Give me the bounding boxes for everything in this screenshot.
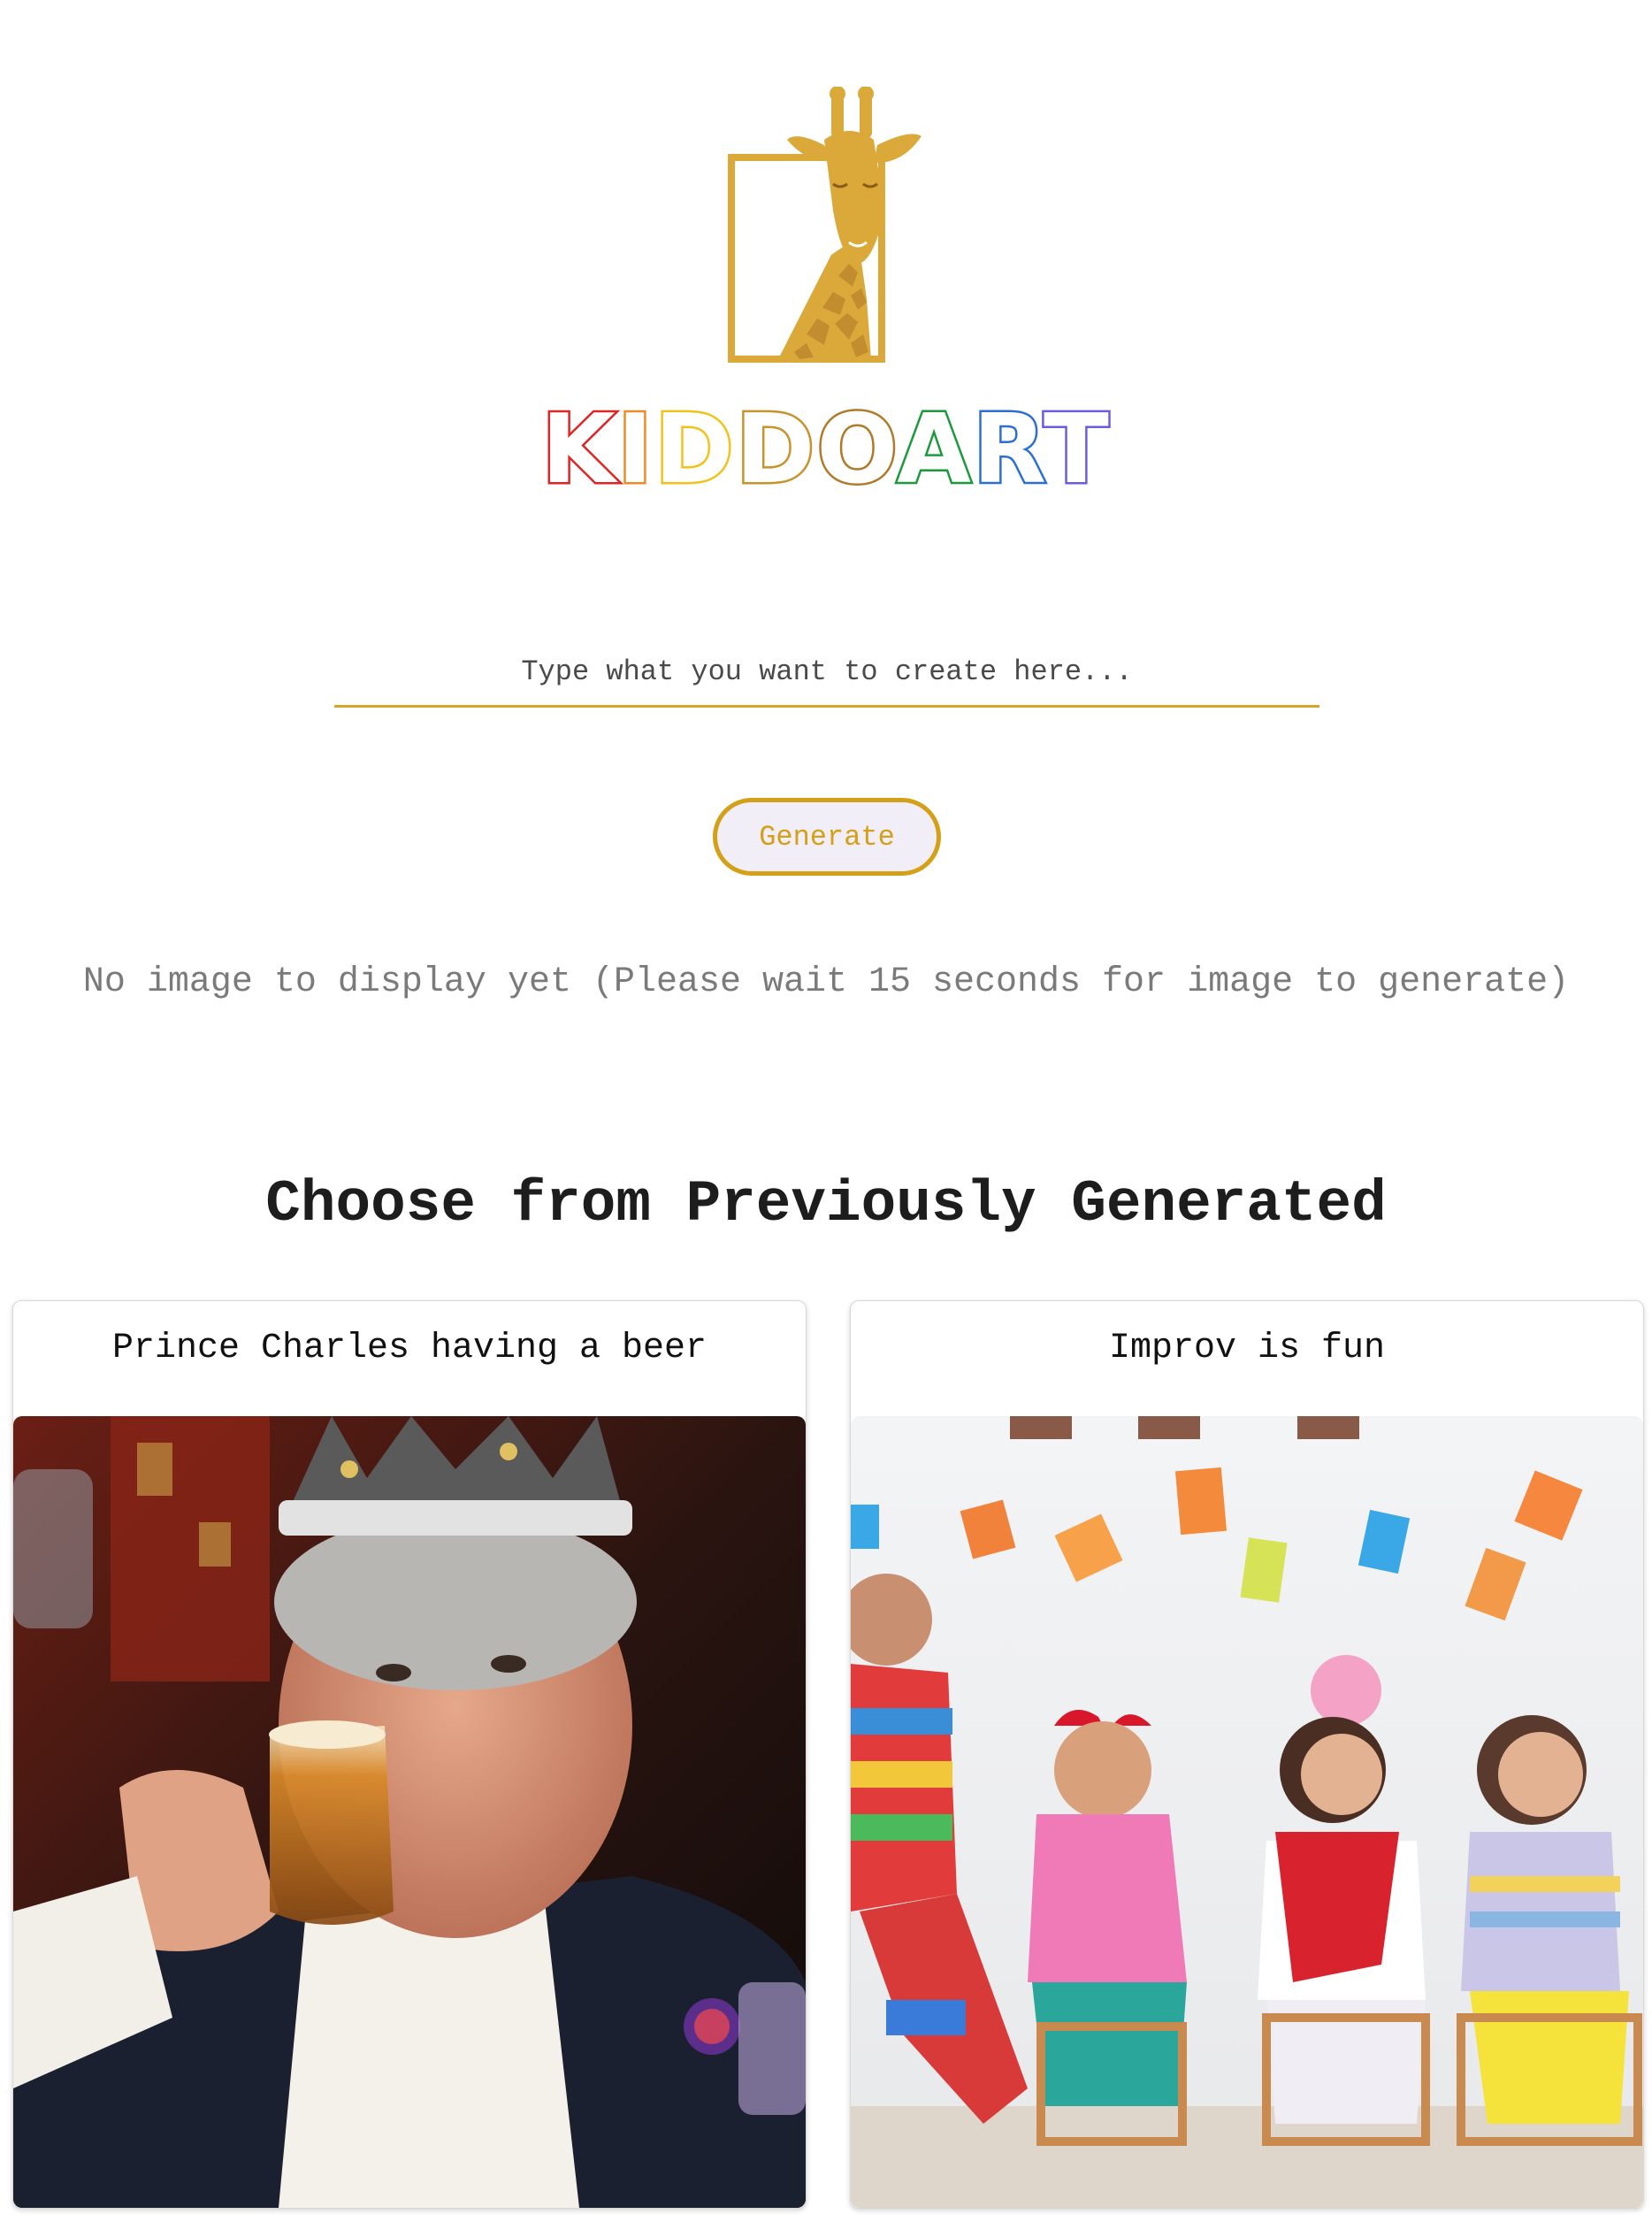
brand-letter: I [615,395,655,505]
gallery-title: Choose from Previously Generated [265,1171,1387,1237]
generated-image [13,1416,806,2208]
brand-letter: R [970,395,1044,505]
gallery-card-prince-charles[interactable]: Prince Charles having a beer [12,1300,807,2209]
brand-letter: D [653,395,737,505]
card-caption: Improv is fun [1108,1329,1386,1368]
gallery-card-improv[interactable]: Improv is fun [850,1300,1644,2209]
card-caption: Prince Charles having a beer [111,1329,707,1368]
brand-letter: K [539,395,618,505]
generated-image [851,1416,1643,2208]
giraffe-logo-icon [728,87,922,363]
status-message: No image to display yet (Please wait 15 … [82,962,1570,1002]
brand-letter: O [815,395,898,505]
brand-letter: D [733,395,817,505]
generate-button[interactable]: Generate [713,798,941,876]
prompt-input[interactable] [334,639,1319,708]
brand-letter: T [1042,395,1112,505]
brand-wordmark: KIDDOART [0,400,1652,500]
brand-letter: A [895,395,974,505]
